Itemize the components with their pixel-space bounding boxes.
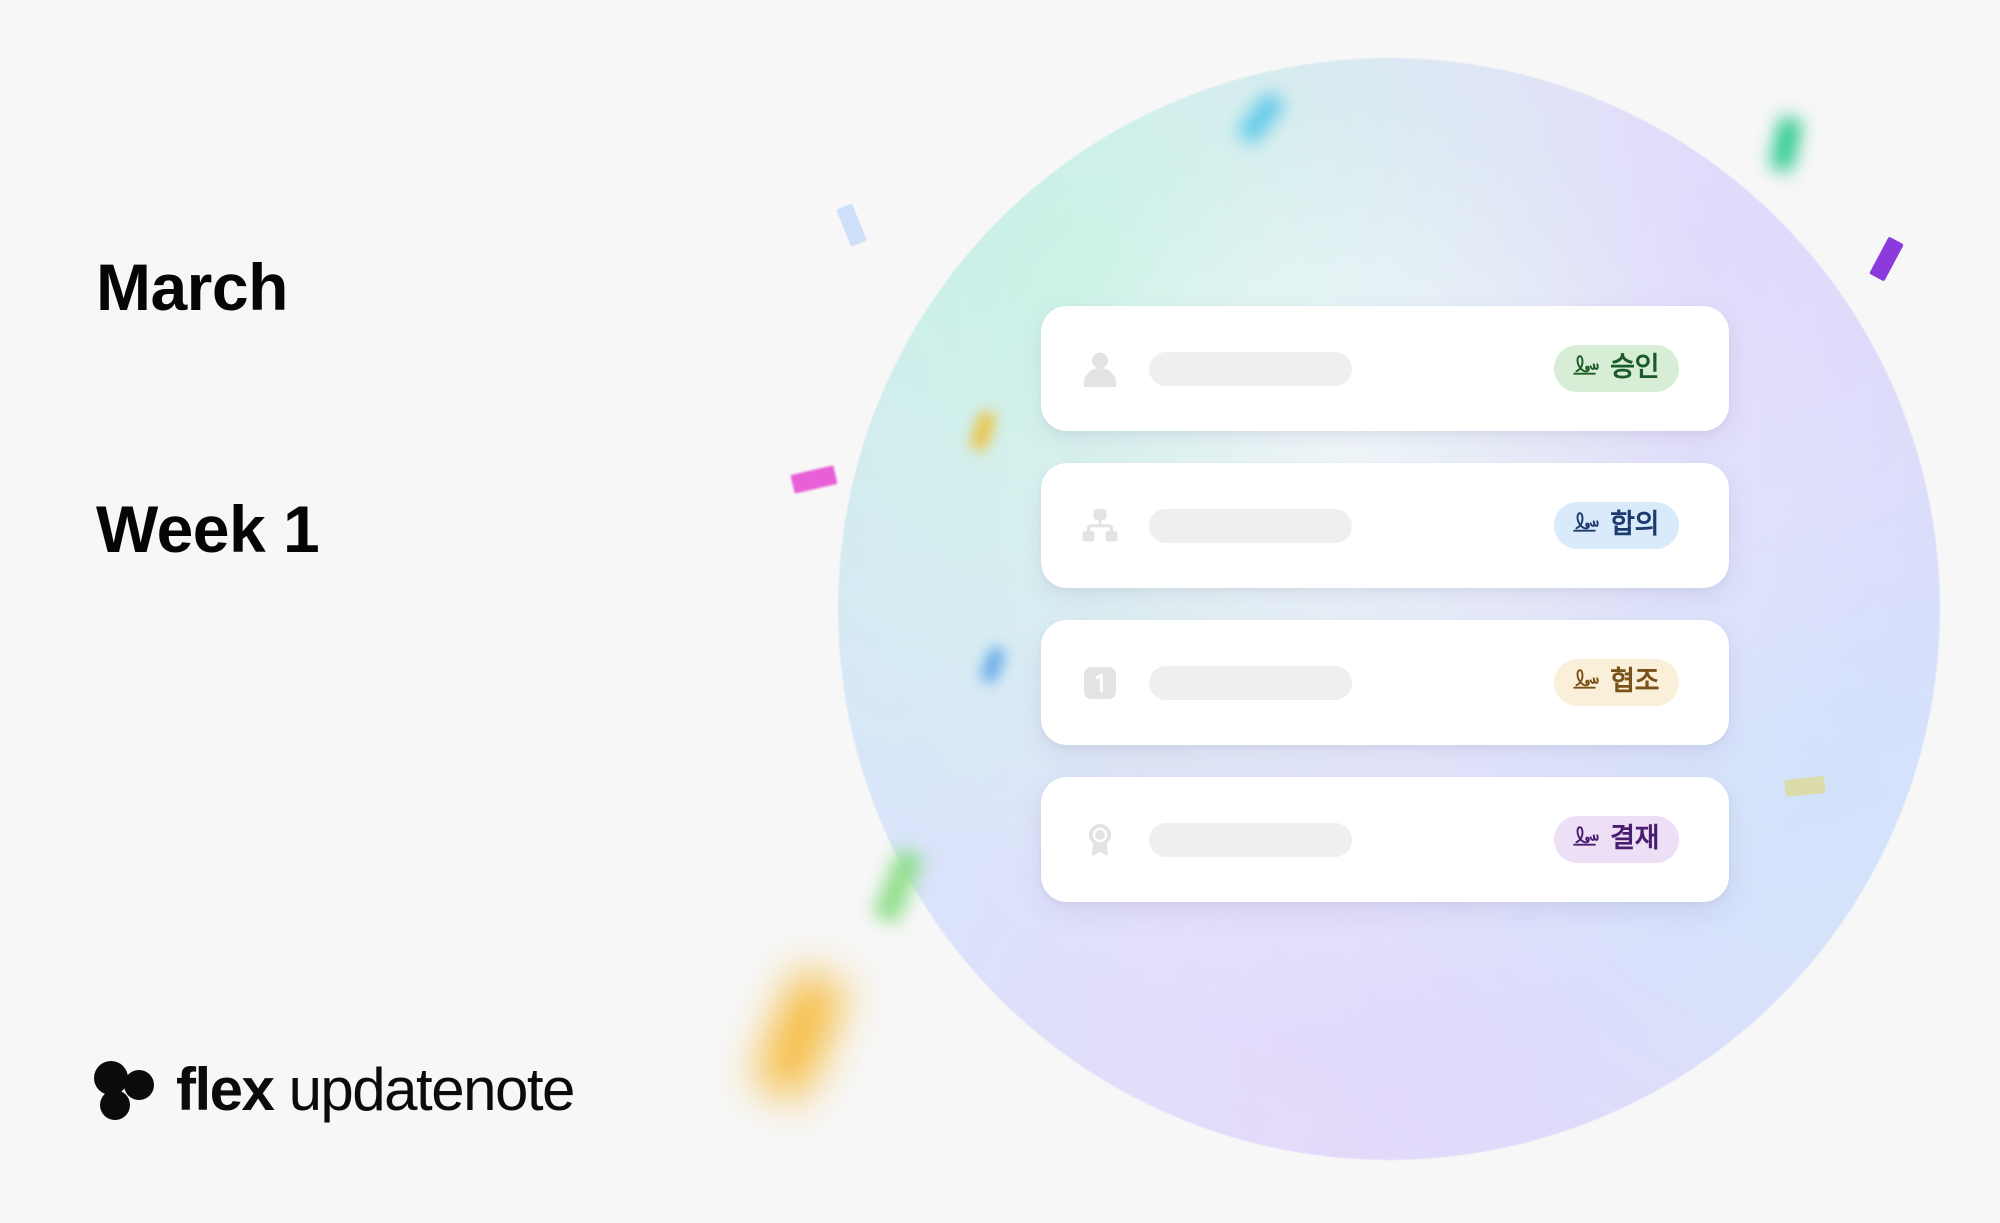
content-placeholder-bar (1149, 508, 1352, 543)
poster-canvas: March Week 1 승인 합의 협조 결재 flex updatenote (0, 0, 2000, 1223)
signature-icon (1571, 666, 1601, 699)
status-badge[interactable]: 결재 (1554, 816, 1680, 863)
confetti-orange (754, 970, 846, 1100)
confetti-purple (1869, 236, 1904, 282)
number-one-icon (1079, 662, 1121, 704)
page-title-month: March (96, 250, 288, 325)
logo-dot-right (124, 1070, 154, 1100)
org-hierarchy-icon (1079, 505, 1121, 547)
content-placeholder-bar (1149, 351, 1352, 386)
logo-wordmark: flex updatenote (176, 1060, 575, 1120)
signature-icon (1571, 823, 1601, 856)
content-placeholder-bar (1149, 822, 1352, 857)
status-badge-label: 승인 (1610, 352, 1660, 382)
content-placeholder-bar (1149, 665, 1352, 700)
signature-icon (1571, 509, 1601, 542)
status-badge[interactable]: 승인 (1554, 345, 1680, 392)
status-badge-label: 협조 (1610, 666, 1660, 696)
status-badge-label: 결재 (1610, 823, 1660, 853)
status-badge-label: 합의 (1610, 509, 1660, 539)
approval-card-list: 승인 합의 협조 결재 (1041, 306, 1729, 902)
flex-updatenote-logo: flex updatenote (94, 1055, 575, 1125)
page-title-week: Week 1 (96, 491, 320, 566)
logo-product-text: updatenote (288, 1056, 576, 1123)
page-title: March Week 1 (96, 86, 320, 730)
confetti-magenta (790, 465, 838, 494)
list-item[interactable]: 승인 (1041, 306, 1729, 431)
confetti-blue-light (836, 203, 867, 247)
list-item[interactable]: 협조 (1041, 620, 1729, 745)
logo-dot-bottom (100, 1090, 130, 1120)
flex-logo-mark-icon (94, 1059, 156, 1121)
status-badge[interactable]: 합의 (1554, 502, 1680, 549)
medal-icon (1079, 819, 1121, 861)
logo-brand-text: flex (176, 1056, 275, 1123)
list-item[interactable]: 결재 (1041, 777, 1729, 902)
signature-icon (1571, 352, 1601, 385)
person-icon (1079, 348, 1121, 390)
confetti-green-mint (1769, 116, 1803, 172)
list-item[interactable]: 합의 (1041, 463, 1729, 588)
status-badge[interactable]: 협조 (1554, 659, 1680, 706)
